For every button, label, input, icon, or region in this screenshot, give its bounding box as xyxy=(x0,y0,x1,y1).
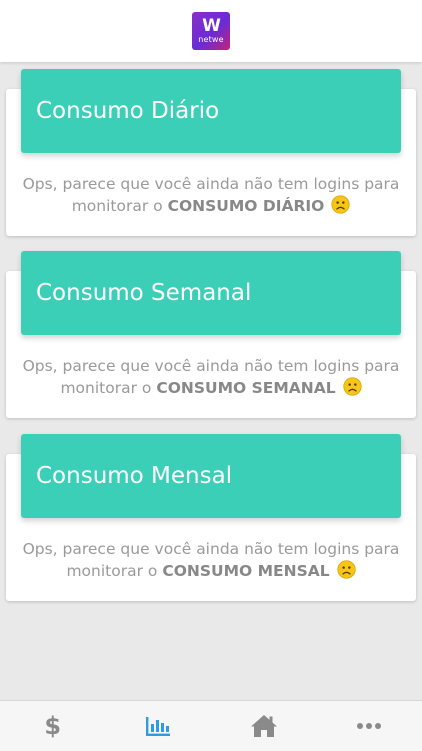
tab-more[interactable] xyxy=(317,701,422,751)
sad-face-icon xyxy=(337,560,356,579)
sad-face-icon xyxy=(343,377,362,396)
monthly-card-title: Consumo Mensal xyxy=(36,463,232,489)
tab-consumption[interactable] xyxy=(106,701,212,751)
daily-consumption-card: Consumo Diário Ops, parece que você aind… xyxy=(6,89,416,236)
tab-home[interactable] xyxy=(211,701,317,751)
weekly-empty-message: Ops, parece que você ainda não tem login… xyxy=(6,356,416,399)
weekly-consumption-card: Consumo Semanal Ops, parece que você ain… xyxy=(6,271,416,418)
daily-card-header: Consumo Diário xyxy=(21,69,401,153)
more-icon xyxy=(356,722,382,730)
logo-mark: W xyxy=(202,18,220,35)
logo-word: netwe xyxy=(198,35,224,44)
daily-card-title: Consumo Diário xyxy=(36,98,219,124)
monthly-consumption-card: Consumo Mensal Ops, parece que você aind… xyxy=(6,454,416,601)
monthly-card-header: Consumo Mensal xyxy=(21,434,401,518)
consumption-content: Consumo Diário Ops, parece que você aind… xyxy=(0,62,422,700)
monthly-empty-message: Ops, parece que você ainda não tem login… xyxy=(6,539,416,582)
netwe-logo: W netwe xyxy=(192,12,230,50)
dollar-icon: $ xyxy=(44,712,61,740)
daily-empty-message: Ops, parece que você ainda não tem login… xyxy=(6,174,416,217)
monthly-message-strong: CONSUMO MENSAL xyxy=(162,562,329,580)
weekly-message-strong: CONSUMO SEMANAL xyxy=(156,379,335,397)
home-icon xyxy=(250,714,278,738)
tab-payments[interactable]: $ xyxy=(0,701,106,751)
weekly-card-header: Consumo Semanal xyxy=(21,251,401,335)
bottom-tab-bar: $ xyxy=(0,700,422,751)
sad-face-icon xyxy=(331,195,350,214)
weekly-card-title: Consumo Semanal xyxy=(36,280,251,306)
daily-message-strong: CONSUMO DIÁRIO xyxy=(168,197,325,215)
top-app-bar: W netwe xyxy=(0,0,422,62)
bar-chart-icon xyxy=(145,715,171,737)
